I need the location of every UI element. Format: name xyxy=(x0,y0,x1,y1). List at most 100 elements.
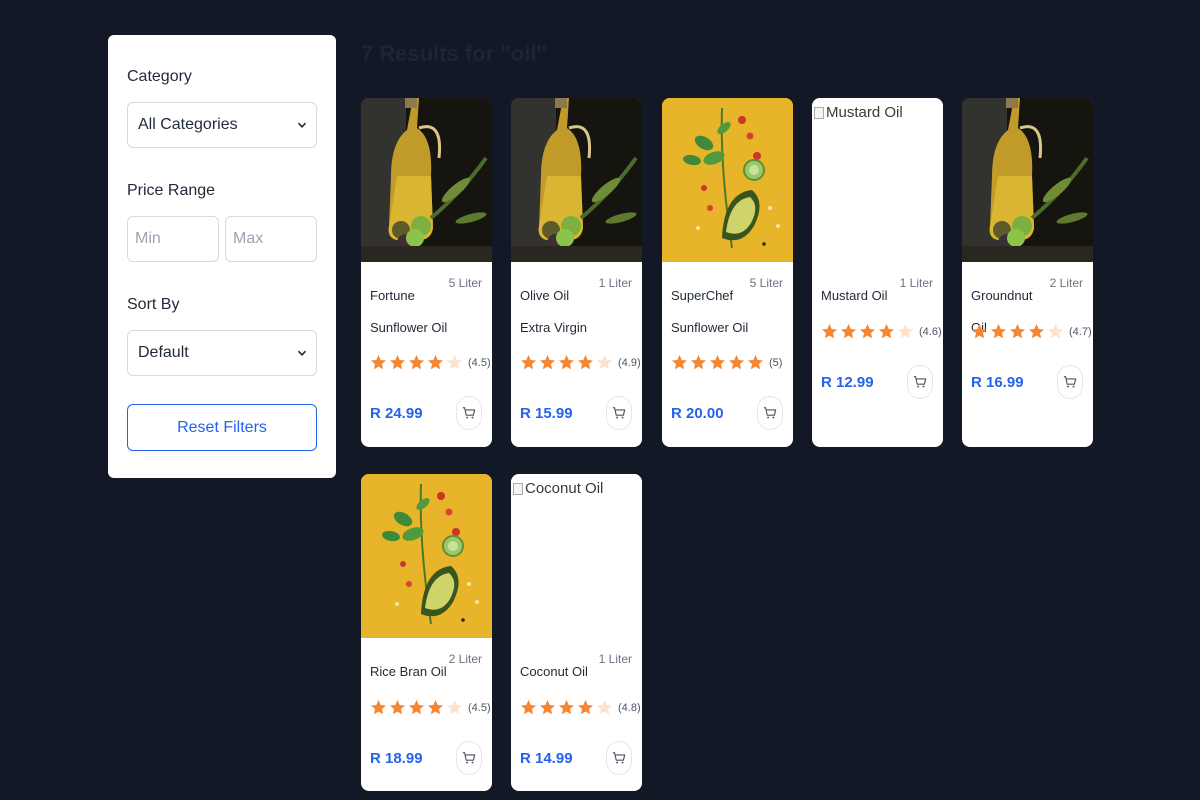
product-image[interactable]: Mustard Oil xyxy=(812,98,943,262)
product-rating: (4.7) xyxy=(971,323,1092,340)
product-card[interactable]: SuperChef Sunflower Oil 5 Liter (5) R 20.00 xyxy=(662,98,793,447)
product-image[interactable] xyxy=(511,98,642,262)
cart-icon xyxy=(612,407,626,419)
product-rating: (4.6) xyxy=(821,323,942,340)
category-label: Category xyxy=(127,68,192,85)
product-card-body: Groundnut Oil2 Liter(4.7)R 16.99 xyxy=(962,262,1093,447)
product-name: Fortune Sunflower Oil xyxy=(370,288,448,335)
product-price: R 24.99 xyxy=(370,405,423,422)
product-name: Olive Oil Extra Virgin xyxy=(520,288,587,335)
oil-bottle-image xyxy=(361,98,492,262)
product-card[interactable]: Coconut Oil Coconut Oil 1 Liter (4.8) R 14.9… xyxy=(511,474,642,791)
star-icon xyxy=(539,700,556,715)
product-image[interactable] xyxy=(361,474,492,638)
product-price: R 15.99 xyxy=(520,405,573,422)
price-range-label: Price Range xyxy=(127,182,216,199)
star-icon xyxy=(971,324,988,339)
cart-icon xyxy=(612,752,626,764)
add-to-cart-button[interactable] xyxy=(1057,365,1083,399)
star-icon xyxy=(690,355,707,370)
product-card[interactable]: Olive Oil Extra Virgin 1 Liter (4.9) R 15.9… xyxy=(511,98,642,447)
add-to-cart-button[interactable] xyxy=(456,396,482,430)
product-price: R 16.99 xyxy=(971,374,1024,391)
star-icon xyxy=(747,355,764,370)
sort-select-value: Default xyxy=(138,344,189,361)
product-size: 2 Liter xyxy=(448,652,482,666)
product-name: Coconut Oil xyxy=(520,664,588,679)
star-icon xyxy=(408,355,425,370)
min-price-input[interactable] xyxy=(127,216,219,262)
rating-value: (5) xyxy=(769,356,783,369)
star-icon xyxy=(427,700,444,715)
star-icon xyxy=(370,355,387,370)
image-alt-text: Mustard Oil xyxy=(826,104,903,121)
broken-image-alt-text: Coconut Oil xyxy=(513,480,603,497)
star-icon xyxy=(427,355,444,370)
product-card[interactable]: Groundnut Oil2 Liter(4.7)R 16.99 xyxy=(962,98,1093,447)
add-to-cart-button[interactable] xyxy=(757,396,783,430)
results-title: 7 Results for "oil" xyxy=(361,41,547,66)
star-icon xyxy=(1009,324,1026,339)
product-size: 5 Liter xyxy=(749,276,783,290)
product-size: 2 Liter xyxy=(1049,276,1083,290)
broken-image-alt-text: Mustard Oil xyxy=(814,104,903,121)
product-card[interactable]: Rice Bran Oil 2 Liter (4.5) R 18.99 xyxy=(361,474,492,791)
product-size: 1 Liter xyxy=(598,652,632,666)
broken-image-icon xyxy=(814,106,824,119)
star-icon xyxy=(370,700,387,715)
oil-bottle-image xyxy=(511,98,642,262)
star-icon xyxy=(821,324,838,339)
product-card-body: Coconut Oil 1 Liter (4.8) R 14.99 xyxy=(511,638,642,791)
add-to-cart-button[interactable] xyxy=(907,365,933,399)
star-icon xyxy=(446,355,463,370)
product-image[interactable] xyxy=(662,98,793,262)
sort-select[interactable]: Default xyxy=(127,330,317,376)
add-to-cart-button[interactable] xyxy=(606,741,632,775)
rating-value: (4.5) xyxy=(468,356,491,369)
star-icon xyxy=(728,355,745,370)
star-icon xyxy=(596,700,613,715)
star-icon xyxy=(389,355,406,370)
product-name: SuperChef Sunflower Oil xyxy=(671,288,749,335)
product-card[interactable]: Mustard Oil Mustard Oil 1 Liter (4.6) R 12.9… xyxy=(812,98,943,447)
star-icon xyxy=(897,324,914,339)
product-card-body: Fortune Sunflower Oil 5 Liter (4.5) R 24.99 xyxy=(361,262,492,447)
star-icon xyxy=(389,700,406,715)
vegetables-image xyxy=(662,98,793,262)
product-card-body: Olive Oil Extra Virgin 1 Liter (4.9) R 15.9… xyxy=(511,262,642,447)
star-icon xyxy=(520,355,537,370)
star-icon xyxy=(520,700,537,715)
reset-filters-button[interactable]: Reset Filters xyxy=(127,404,317,451)
product-price: R 18.99 xyxy=(370,750,423,767)
product-size: 1 Liter xyxy=(899,276,933,290)
category-select[interactable]: All Categories xyxy=(127,102,317,148)
chevron-down-icon xyxy=(297,122,307,128)
cart-icon xyxy=(763,407,777,419)
star-icon xyxy=(558,355,575,370)
star-icon xyxy=(1047,324,1064,339)
star-icon xyxy=(878,324,895,339)
product-image[interactable]: Coconut Oil xyxy=(511,474,642,638)
max-price-input[interactable] xyxy=(225,216,317,262)
star-icon xyxy=(990,324,1007,339)
product-card-body: Rice Bran Oil 2 Liter (4.5) R 18.99 xyxy=(361,638,492,791)
star-icon xyxy=(671,355,688,370)
product-rating: (4.9) xyxy=(520,354,641,371)
star-icon xyxy=(446,700,463,715)
sort-by-label: Sort By xyxy=(127,296,180,313)
rating-value: (4.7) xyxy=(1069,325,1092,338)
chevron-down-icon xyxy=(297,350,307,356)
star-icon xyxy=(539,355,556,370)
star-icon xyxy=(1028,324,1045,339)
product-image[interactable] xyxy=(962,98,1093,262)
add-to-cart-button[interactable] xyxy=(606,396,632,430)
star-icon xyxy=(840,324,857,339)
star-icon xyxy=(596,355,613,370)
star-icon xyxy=(558,700,575,715)
product-image[interactable] xyxy=(361,98,492,262)
product-card[interactable]: Fortune Sunflower Oil 5 Liter (4.5) R 24.99 xyxy=(361,98,492,447)
product-card-body: SuperChef Sunflower Oil 5 Liter (5) R 20.00 xyxy=(662,262,793,447)
add-to-cart-button[interactable] xyxy=(456,741,482,775)
product-name: Rice Bran Oil xyxy=(370,664,447,679)
product-price: R 12.99 xyxy=(821,374,874,391)
